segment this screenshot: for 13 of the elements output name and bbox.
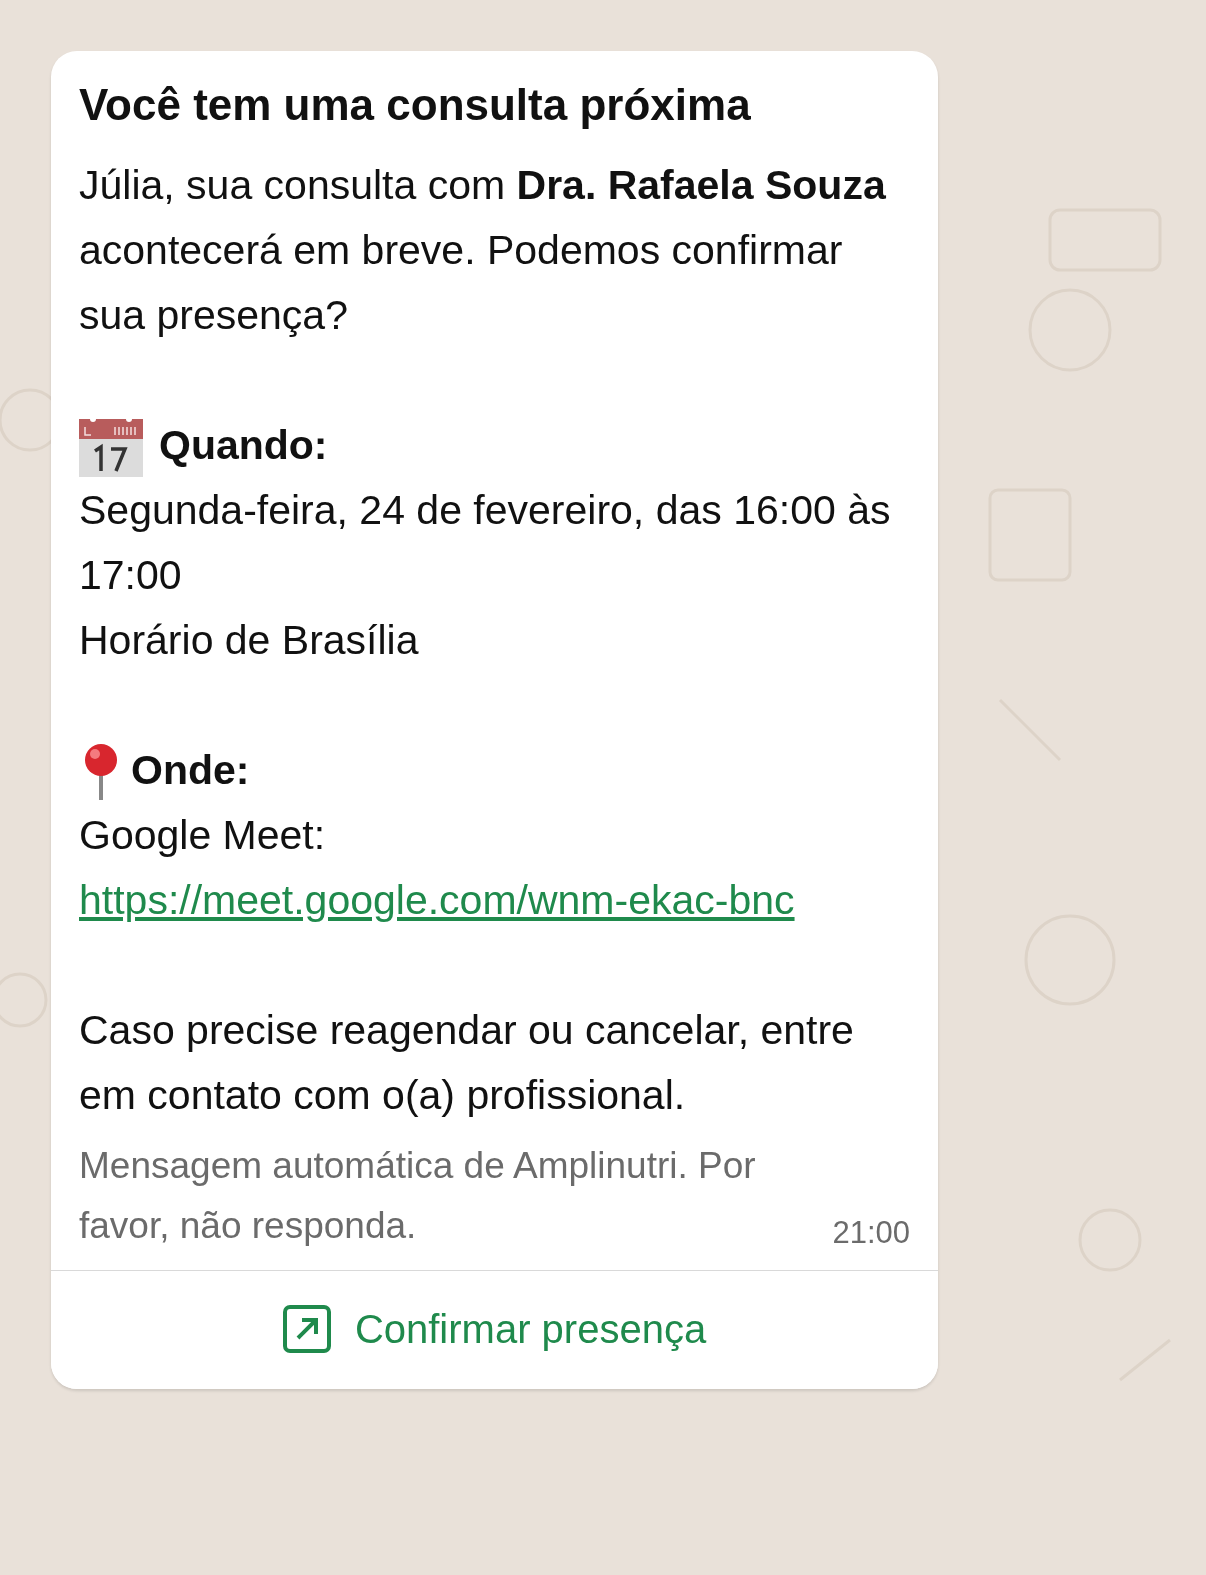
location-text: Google Meet:: [79, 811, 327, 860]
section-label: Onde:: [131, 746, 250, 795]
schedule-text: Horário de Brasília: [79, 616, 420, 665]
external-link-icon: [282, 1305, 331, 1353]
message-time: 21:00: [832, 1213, 910, 1252]
section-label: Quando:: [159, 421, 328, 470]
schedule-text: Segunda-feira, 24 de fevereiro, das 16:00 às 17:00: [79, 486, 892, 600]
footer-note: Mensagem automática de Amplinutri. Por favor, não responda.: [79, 1144, 757, 1248]
message-title: Você tem uma consulta próxima: [79, 79, 752, 131]
message-text: Caso precise reagendar ou cancelar, entre em contato com o(a) profissional.: [79, 1006, 855, 1120]
message-text: Júlia, sua consulta com Dra. Rafaela Souza acontecerá em breve. Podemos confirmar sua presença?: [79, 161, 887, 340]
confirm-button[interactable]: Confirmar presença: [51, 1270, 938, 1389]
meeting-link[interactable]: https://meet.google.com/wnm-ekac-bnc: [79, 877, 795, 923]
